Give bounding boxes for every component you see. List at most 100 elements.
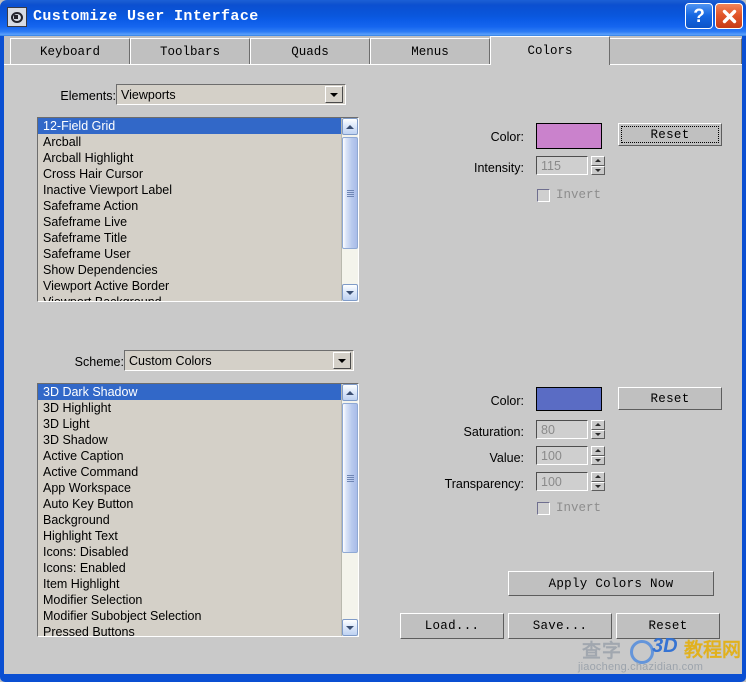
spinner-down-icon[interactable] [591, 429, 605, 439]
customize-user-interface-window: Customize User Interface ? Keyboard Tool… [0, 0, 746, 682]
list-item[interactable]: Icons: Enabled [38, 560, 341, 576]
window-bottom-border [0, 674, 746, 682]
list-item[interactable]: 3D Light [38, 416, 341, 432]
list-item[interactable]: Active Caption [38, 448, 341, 464]
list-item[interactable]: 12-Field Grid [38, 118, 341, 134]
list-item[interactable]: 3D Shadow [38, 432, 341, 448]
list-item[interactable]: Modifier Selection [38, 592, 341, 608]
list-item[interactable]: Background [38, 512, 341, 528]
list-item[interactable]: Pressed Buttons [38, 624, 341, 636]
list-item[interactable]: 3D Highlight [38, 400, 341, 416]
tab-menus[interactable]: Menus [370, 38, 490, 65]
scheme-invert-label: Invert [556, 501, 602, 515]
colors-tab-pane: Elements: Viewports 12-Field Grid Arcball… [4, 64, 742, 674]
scheme-label: Scheme: [74, 355, 124, 369]
elements-invert-checkbox[interactable] [537, 188, 550, 202]
list-item[interactable]: Arcball Highlight [38, 150, 341, 166]
list-item[interactable]: Modifier Subobject Selection [38, 608, 341, 624]
apply-colors-now-button[interactable]: Apply Colors Now [508, 571, 714, 596]
list-item[interactable]: 3D Dark Shadow [38, 384, 341, 400]
elements-reset-button[interactable]: Reset [618, 123, 722, 146]
intensity-spinner[interactable] [591, 156, 605, 175]
spinner-down-icon[interactable] [591, 481, 605, 491]
scroll-thumb[interactable] [342, 137, 358, 249]
transparency-field[interactable]: 100 [536, 472, 588, 491]
transparency-label: Transparency: [444, 477, 524, 491]
scheme-color-swatch[interactable] [536, 387, 602, 411]
scheme-reset-button[interactable]: Reset [618, 387, 722, 410]
elements-list-items[interactable]: 12-Field Grid Arcball Arcball Highlight Cro… [38, 118, 341, 301]
tab-keyboard[interactable]: Keyboard [10, 38, 130, 65]
scheme-list-items[interactable]: 3D Dark Shadow 3D Highlight 3D Light 3D Sha… [38, 384, 341, 636]
chevron-down-icon[interactable] [333, 352, 351, 369]
scheme-color-label: Color: [490, 394, 524, 408]
list-item[interactable]: Safeframe Title [38, 230, 341, 246]
scheme-combo[interactable]: Custom Colors [124, 350, 354, 371]
elements-scrollbar[interactable] [341, 118, 358, 301]
spinner-up-icon[interactable] [591, 472, 605, 482]
tab-colors[interactable]: Colors [490, 36, 610, 65]
elements-color-swatch[interactable] [536, 123, 602, 149]
list-item[interactable]: Item Highlight [38, 576, 341, 592]
list-item[interactable]: Highlight Text [38, 528, 341, 544]
list-item[interactable]: Safeframe User [38, 246, 341, 262]
elements-label: Elements: [60, 89, 116, 103]
intensity-label: Intensity: [473, 161, 524, 175]
intensity-field[interactable]: 115 [536, 156, 588, 175]
list-item[interactable]: Icons: Disabled [38, 544, 341, 560]
load-button[interactable]: Load... [400, 613, 504, 639]
list-item[interactable]: App Workspace [38, 480, 341, 496]
scheme-scrollbar[interactable] [341, 384, 358, 636]
save-button[interactable]: Save... [508, 613, 612, 639]
tab-quads[interactable]: Quads [250, 38, 370, 65]
list-item[interactable]: Safeframe Live [38, 214, 341, 230]
tab-toolbars[interactable]: Toolbars [130, 38, 250, 65]
close-button[interactable] [715, 3, 743, 29]
spinner-up-icon[interactable] [591, 446, 605, 456]
chevron-down-icon[interactable] [325, 86, 343, 103]
elements-combo-value: Viewports [121, 87, 176, 102]
list-item[interactable]: Cross Hair Cursor [38, 166, 341, 182]
saturation-field[interactable]: 80 [536, 420, 588, 439]
list-item[interactable]: Auto Key Button [38, 496, 341, 512]
list-item[interactable]: Show Dependencies [38, 262, 341, 278]
list-item[interactable]: Viewport Active Border [38, 278, 341, 294]
value-spinner[interactable] [591, 446, 605, 465]
list-item[interactable]: Arcball [38, 134, 341, 150]
spinner-down-icon[interactable] [591, 165, 605, 175]
scheme-invert-checkbox-row[interactable]: Invert [537, 501, 601, 515]
reset-button[interactable]: Reset [616, 613, 720, 639]
value-field[interactable]: 100 [536, 446, 588, 465]
tab-strip-filler [610, 38, 742, 65]
spinner-up-icon[interactable] [591, 420, 605, 430]
title-bar-buttons: ? [685, 3, 743, 29]
list-item[interactable]: Inactive Viewport Label [38, 182, 341, 198]
elements-listbox[interactable]: 12-Field Grid Arcball Arcball Highlight Cro… [37, 117, 359, 302]
list-item[interactable]: Safeframe Action [38, 198, 341, 214]
saturation-spinner[interactable] [591, 420, 605, 439]
help-button[interactable]: ? [685, 3, 713, 29]
list-item[interactable]: Active Command [38, 464, 341, 480]
list-item[interactable]: Viewport Background [38, 294, 341, 301]
scheme-combo-value: Custom Colors [129, 353, 212, 368]
scheme-listbox[interactable]: 3D Dark Shadow 3D Highlight 3D Light 3D Sha… [37, 383, 359, 637]
elements-combo[interactable]: Viewports [116, 84, 346, 105]
elements-invert-label: Invert [556, 188, 602, 202]
window-title: Customize User Interface [33, 8, 259, 25]
elements-invert-checkbox-row[interactable]: Invert [537, 188, 601, 202]
elements-color-label: Color: [490, 130, 524, 144]
scheme-invert-checkbox[interactable] [537, 501, 550, 515]
spinner-up-icon[interactable] [591, 156, 605, 166]
app-icon [7, 7, 27, 27]
app-icon-glyph [11, 11, 23, 23]
spinner-down-icon[interactable] [591, 455, 605, 465]
scroll-down-button[interactable] [342, 619, 358, 636]
scroll-down-button[interactable] [342, 284, 358, 301]
transparency-spinner[interactable] [591, 472, 605, 491]
scroll-up-button[interactable] [342, 384, 358, 401]
scroll-thumb[interactable] [342, 403, 358, 553]
scroll-thumb-grip [346, 474, 354, 482]
title-bar: Customize User Interface ? [0, 0, 746, 36]
scroll-up-button[interactable] [342, 118, 358, 135]
close-icon [722, 9, 736, 23]
